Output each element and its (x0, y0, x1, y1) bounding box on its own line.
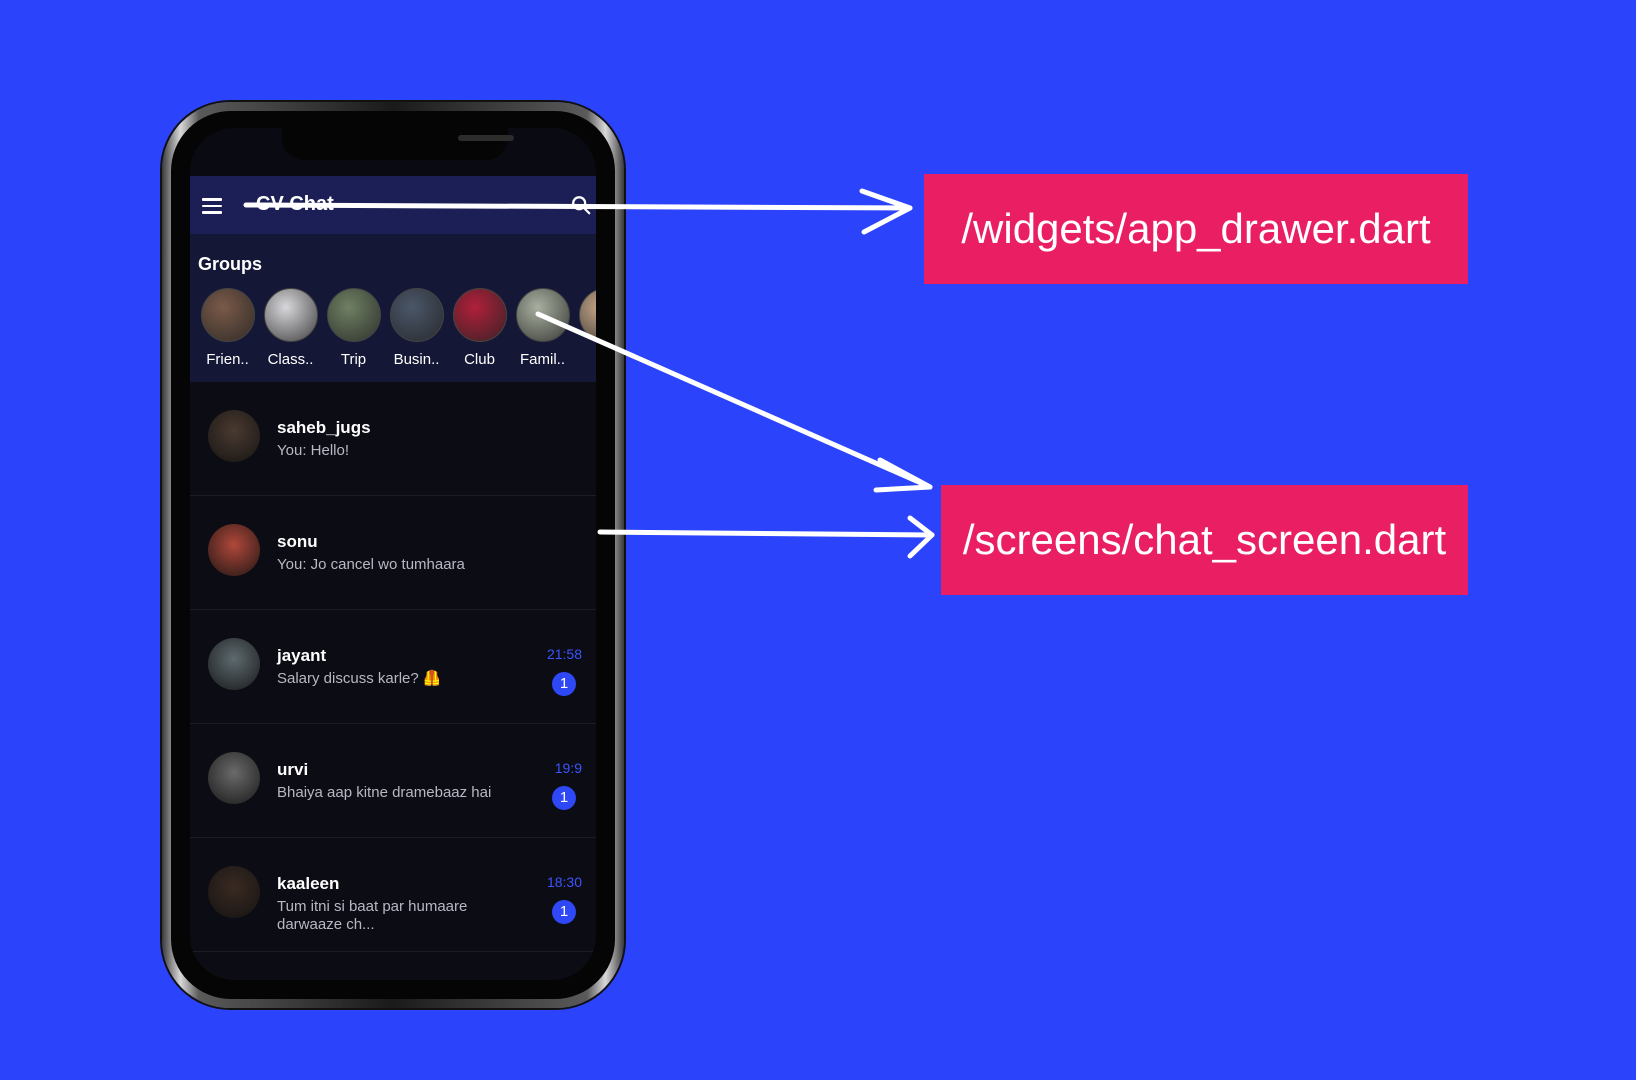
avatar (208, 638, 260, 690)
speaker (458, 135, 514, 141)
chat-time: 21:58 (546, 646, 582, 662)
chat-message-preview: Tum itni si baat par humaare darwaaze ch… (277, 898, 468, 933)
app-title: CV Chat (256, 193, 334, 215)
app-bar: CV Chat (190, 176, 596, 234)
groups-label: Groups (198, 254, 263, 274)
chat-name: urvi (277, 760, 309, 779)
arrow-drawer-head (859, 188, 913, 235)
unread-badge: 1 (552, 672, 576, 696)
group-avatar (578, 288, 596, 342)
group-avatar (452, 288, 507, 342)
chat-row[interactable]: saheb_jugs You: Hello! (190, 382, 596, 496)
group-name: Famil.. (520, 351, 565, 368)
phone-screen: CV Chat Groups Frien.. Class.. Trip Busin..… (190, 128, 596, 980)
chat-name: sonu (277, 532, 318, 551)
group-item[interactable]: Fri (574, 288, 596, 368)
groups-section: Groups Frien.. Class.. Trip Busin.. Club Fami… (190, 234, 596, 382)
group-avatar (200, 288, 255, 342)
chat-message-preview: Salary discuss karle? 🦺 (277, 670, 442, 687)
chat-name: jayant (277, 646, 327, 665)
group-item[interactable]: Famil.. (511, 288, 574, 368)
group-item[interactable]: Busin.. (385, 288, 448, 368)
arrow-chat-row-head (907, 515, 935, 559)
avatar (208, 866, 260, 918)
group-item[interactable]: Class.. (259, 288, 322, 368)
group-name: Busin.. (393, 351, 440, 368)
group-name: Trip (340, 351, 367, 368)
status-bar (190, 128, 596, 176)
group-item[interactable]: Club (448, 288, 511, 368)
group-name: Frien.. (206, 351, 249, 368)
chat-row[interactable]: jayant Salary discuss karle? 🦺 21:58 1 (190, 610, 596, 724)
chat-list: saheb_jugs You: Hello! sonu You: Jo cancel … (190, 382, 596, 952)
group-item[interactable]: Frien.. (196, 288, 259, 368)
menu-icon[interactable] (202, 198, 222, 214)
avatar (208, 752, 260, 804)
avatar (208, 410, 260, 462)
chat-time: 19:9 (554, 760, 582, 776)
group-name: Club (464, 351, 495, 368)
app-drawer-label: /widgets/app_drawer.dart (924, 174, 1468, 284)
chat-screen-label: /screens/chat_screen.dart (941, 485, 1468, 595)
chat-name: kaaleen (277, 874, 340, 893)
chat-message-preview: Bhaiya aap kitne dramebaaz hai (277, 784, 492, 801)
arrow-chat-row (597, 529, 935, 538)
group-avatar (515, 288, 570, 342)
chat-message-preview: You: Jo cancel wo tumhaara (277, 556, 465, 573)
chat-row[interactable]: kaaleen Tum itni si baat par humaare darw… (190, 838, 596, 952)
group-list: Frien.. Class.. Trip Busin.. Club Famil.. Fri (196, 288, 596, 368)
chat-time: 18:30 (546, 874, 582, 890)
chat-row[interactable]: sonu You: Jo cancel wo tumhaara (190, 496, 596, 610)
chat-name: saheb_jugs (277, 418, 371, 437)
group-item[interactable]: Trip (322, 288, 385, 368)
group-avatar (389, 288, 444, 342)
unread-badge: 1 (552, 900, 576, 924)
unread-badge: 1 (552, 786, 576, 810)
avatar (208, 524, 260, 576)
search-icon[interactable] (570, 194, 592, 216)
group-avatar (263, 288, 318, 342)
group-name: Class.. (267, 351, 314, 368)
arrow-group-to-chat-head (873, 457, 933, 493)
notch (282, 128, 514, 160)
chat-row[interactable]: urvi Bhaiya aap kitne dramebaaz hai 19:9 1 (190, 724, 596, 838)
group-avatar (326, 288, 381, 342)
chat-message-preview: You: Hello! (277, 442, 349, 459)
